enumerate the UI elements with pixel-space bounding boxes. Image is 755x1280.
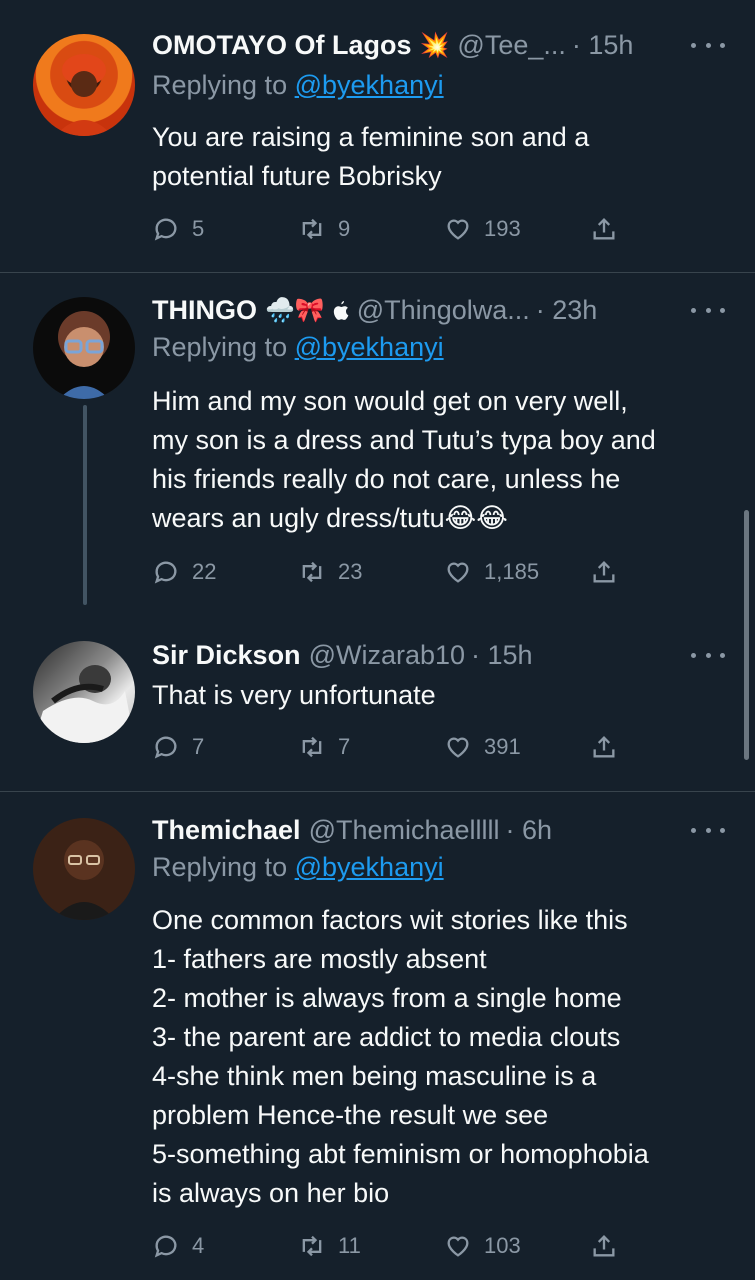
more-icon[interactable] [691, 290, 725, 330]
like-icon [444, 1232, 472, 1260]
reply-button[interactable]: 22 [152, 552, 216, 592]
tweet-text: That is very unfortunate [152, 680, 436, 710]
retweet-icon [298, 558, 326, 586]
reply-icon [152, 1232, 180, 1260]
reply-button[interactable]: 7 [152, 727, 204, 767]
timestamp[interactable]: · 15h [471, 640, 533, 671]
apple-icon [333, 300, 349, 320]
retweet-icon [298, 1232, 326, 1260]
scrollbar[interactable] [744, 510, 749, 760]
mention-link[interactable]: @byekhanyi [295, 70, 444, 100]
retweet-button[interactable]: 9 [298, 209, 350, 249]
action-bar: 7 7 391 [152, 727, 632, 767]
like-button[interactable]: 1,185 [444, 552, 539, 592]
share-icon [590, 558, 618, 586]
tweet-text: You are raising a feminine son and a pot… [152, 122, 590, 191]
reply-icon [152, 215, 180, 243]
author-name[interactable]: OMOTAYO Of Lagos [152, 30, 412, 61]
thread-line [83, 405, 87, 605]
author-handle[interactable]: @Wizarab10 [309, 640, 465, 671]
reply-button[interactable]: 5 [152, 209, 204, 249]
tweet-sir-dickson[interactable]: Sir Dickson @Wizarab10 · 15h That is ver… [0, 623, 755, 791]
timestamp[interactable]: · 15h [572, 30, 634, 61]
more-icon[interactable] [691, 25, 725, 65]
share-button[interactable] [590, 209, 630, 249]
retweet-button[interactable]: 11 [298, 1226, 361, 1266]
timestamp[interactable]: · 23h [536, 295, 598, 326]
author-name[interactable]: Sir Dickson [152, 640, 301, 671]
badge-icon: 🌧️🎀 [265, 296, 325, 324]
timestamp[interactable]: · 6h [506, 815, 553, 846]
tweet-themichael[interactable]: Themichael @Themichaelllll · 6h Replying… [0, 792, 755, 1280]
retweet-button[interactable]: 7 [298, 727, 350, 767]
like-icon [444, 558, 472, 586]
like-button[interactable]: 391 [444, 727, 521, 767]
author-handle[interactable]: @Thingolwa... [357, 295, 530, 326]
share-icon [590, 215, 618, 243]
author-handle[interactable]: @Themichaelllll [309, 815, 500, 846]
tweet-omotayo[interactable]: OMOTAYO Of Lagos 💥 @Tee_... · 15h Replyi… [0, 0, 755, 272]
tweet-thingo[interactable]: THINGO 🌧️🎀 @Thingolwa... · 23h Replying … [0, 273, 755, 623]
author-name[interactable]: THINGO [152, 295, 257, 326]
action-bar: 5 9 193 [152, 209, 632, 249]
share-button[interactable] [590, 727, 630, 767]
avatar[interactable] [33, 641, 135, 743]
more-icon[interactable] [691, 810, 725, 850]
avatar[interactable] [33, 297, 135, 399]
retweet-icon [298, 215, 326, 243]
replying-to: Replying to @byekhanyi [152, 332, 444, 362]
author-name[interactable]: Themichael [152, 815, 301, 846]
avatar[interactable] [33, 34, 135, 136]
share-icon [590, 733, 618, 761]
like-icon [444, 733, 472, 761]
like-button[interactable]: 103 [444, 1226, 521, 1266]
action-bar: 4 11 103 [152, 1226, 632, 1266]
tweet-text: One common factors wit stories like this… [152, 905, 649, 1208]
author-handle[interactable]: @Tee_... [457, 30, 565, 61]
mention-link[interactable]: @byekhanyi [295, 852, 444, 882]
retweet-icon [298, 733, 326, 761]
action-bar: 22 23 1,185 [152, 552, 632, 592]
reply-button[interactable]: 4 [152, 1226, 204, 1266]
reply-icon [152, 733, 180, 761]
share-button[interactable] [590, 1226, 630, 1266]
reply-icon [152, 558, 180, 586]
like-button[interactable]: 193 [444, 209, 521, 249]
badge-icon: 💥 [419, 31, 450, 59]
more-icon[interactable] [691, 635, 725, 675]
share-button[interactable] [590, 552, 630, 592]
replying-to: Replying to @byekhanyi [152, 852, 444, 882]
avatar[interactable] [33, 818, 135, 920]
retweet-button[interactable]: 23 [298, 552, 362, 592]
like-icon [444, 215, 472, 243]
tweet-text: Him and my son would get on very well, m… [152, 386, 656, 533]
mention-link[interactable]: @byekhanyi [295, 332, 444, 362]
share-icon [590, 1232, 618, 1260]
replying-to: Replying to @byekhanyi [152, 70, 444, 100]
